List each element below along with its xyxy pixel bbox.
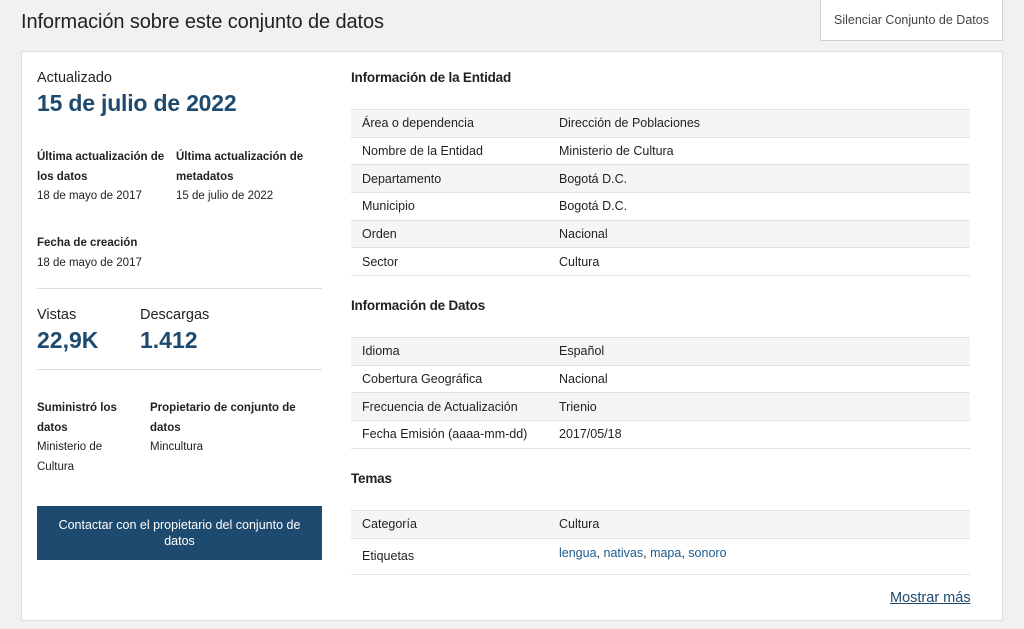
row-key: Municipio bbox=[362, 199, 415, 214]
updated-date: 15 de julio de 2022 bbox=[37, 90, 237, 116]
table-row: Cobertura Geográfica Nacional bbox=[351, 366, 970, 394]
table-row: Etiquetas lengua, nativas, mapa, sonoro bbox=[351, 539, 970, 575]
created-label: Fecha de creación bbox=[37, 237, 138, 249]
row-key: Cobertura Geográfica bbox=[362, 372, 483, 387]
tag-link[interactable]: mapa bbox=[650, 546, 681, 560]
summary-column: Actualizado 15 de julio de 2022 Última a… bbox=[37, 52, 323, 620]
data-update-block: Última actualización de los datos 18 de … bbox=[37, 148, 172, 207]
row-value: Trienio bbox=[559, 399, 597, 414]
owner-value: Mincultura bbox=[150, 441, 204, 453]
updated-label: Actualizado bbox=[37, 70, 112, 86]
table-row: Frecuencia de Actualización Trienio bbox=[351, 393, 970, 422]
created-block: Fecha de creación 18 de mayo de 2017 bbox=[37, 234, 237, 273]
row-value: Dirección de Poblaciones bbox=[559, 116, 701, 131]
supplier-block: Suministró los datos Ministerio de Cultu… bbox=[37, 399, 127, 477]
category-value: Cultura bbox=[559, 517, 600, 532]
supplier-value: Ministerio de Cultura bbox=[37, 441, 103, 473]
tag-link[interactable]: nativas bbox=[604, 546, 644, 560]
data-info-table: Idioma Español Cobertura Geográfica Nacion… bbox=[351, 337, 970, 449]
divider bbox=[37, 369, 322, 370]
table-row: Orden Nacional bbox=[351, 220, 970, 249]
table-row: Categoría Cultura bbox=[351, 511, 970, 539]
row-key: Frecuencia de Actualización bbox=[362, 399, 518, 414]
row-key: Área o dependencia bbox=[362, 116, 474, 131]
row-value: Nacional bbox=[559, 372, 608, 387]
entity-table: Área o dependencia Dirección de Poblacion… bbox=[351, 109, 970, 277]
supplier-label: Suministró los datos bbox=[37, 402, 117, 434]
views-value: 22,9K bbox=[37, 327, 99, 353]
row-value: Bogotá D.C. bbox=[559, 199, 628, 214]
page-title: Información sobre este conjunto de datos bbox=[21, 11, 384, 33]
data-update-value: 18 de mayo de 2017 bbox=[37, 190, 142, 202]
dataset-info-card: Actualizado 15 de julio de 2022 Última a… bbox=[21, 51, 1003, 621]
row-value: Cultura bbox=[559, 254, 600, 269]
entity-section-title: Información de la Entidad bbox=[351, 70, 512, 85]
mute-dataset-button[interactable]: Silenciar Conjunto de Datos bbox=[820, 0, 1003, 41]
data-update-label: Última actualización de los datos bbox=[37, 151, 165, 183]
row-value: Bogotá D.C. bbox=[559, 171, 628, 186]
row-key: Departamento bbox=[362, 171, 442, 186]
row-value: Ministerio de Cultura bbox=[559, 144, 674, 159]
table-row: Departamento Bogotá D.C. bbox=[351, 165, 970, 194]
row-value: 2017/05/18 bbox=[559, 427, 622, 442]
table-row: Área o dependencia Dirección de Poblacion… bbox=[351, 110, 970, 138]
table-row: Nombre de la Entidad Ministerio de Cultur… bbox=[351, 138, 970, 166]
views-label: Vistas bbox=[37, 307, 77, 323]
downloads-label: Descargas bbox=[140, 307, 210, 323]
metadata-update-block: Última actualización de metadatos 15 de … bbox=[176, 148, 316, 207]
details-column: Información de la Entidad Área o depende… bbox=[351, 52, 971, 620]
row-value: Nacional bbox=[559, 227, 608, 242]
show-more-link[interactable]: Mostrar más bbox=[890, 590, 971, 606]
created-value: 18 de mayo de 2017 bbox=[37, 256, 142, 269]
table-row: Sector Cultura bbox=[351, 248, 970, 277]
row-key: Idioma bbox=[362, 344, 400, 359]
divider bbox=[37, 288, 322, 289]
table-row: Idioma Español bbox=[351, 338, 970, 366]
data-info-section-title: Información de Datos bbox=[351, 298, 486, 313]
contact-owner-button[interactable]: Contactar con el propietario del conjunt… bbox=[37, 506, 322, 560]
topics-section-title: Temas bbox=[351, 471, 392, 486]
metadata-update-value: 15 de julio de 2022 bbox=[176, 190, 274, 202]
metadata-update-label: Última actualización de metadatos bbox=[176, 151, 304, 183]
row-key: Sector bbox=[362, 254, 399, 269]
topics-table: Categoría Cultura Etiquetas lengua, nati… bbox=[351, 510, 970, 575]
table-row: Fecha Emisión (aaaa-mm-dd) 2017/05/18 bbox=[351, 421, 970, 449]
owner-block: Propietario de conjunto de datos Mincult… bbox=[150, 399, 310, 458]
category-label: Categoría bbox=[362, 517, 417, 532]
tag-link[interactable]: lengua bbox=[559, 546, 597, 560]
tags-label: Etiquetas bbox=[362, 549, 415, 564]
downloads-value: 1.412 bbox=[140, 327, 198, 353]
row-key: Orden bbox=[362, 227, 397, 242]
row-key: Fecha Emisión (aaaa-mm-dd) bbox=[362, 427, 528, 442]
tags-list: lengua, nativas, mapa, sonoro bbox=[559, 546, 727, 561]
table-row: Municipio Bogotá D.C. bbox=[351, 193, 970, 221]
row-value: Español bbox=[559, 344, 605, 359]
row-key: Nombre de la Entidad bbox=[362, 144, 483, 159]
tag-link[interactable]: sonoro bbox=[688, 546, 726, 560]
owner-label: Propietario de conjunto de datos bbox=[150, 402, 296, 434]
